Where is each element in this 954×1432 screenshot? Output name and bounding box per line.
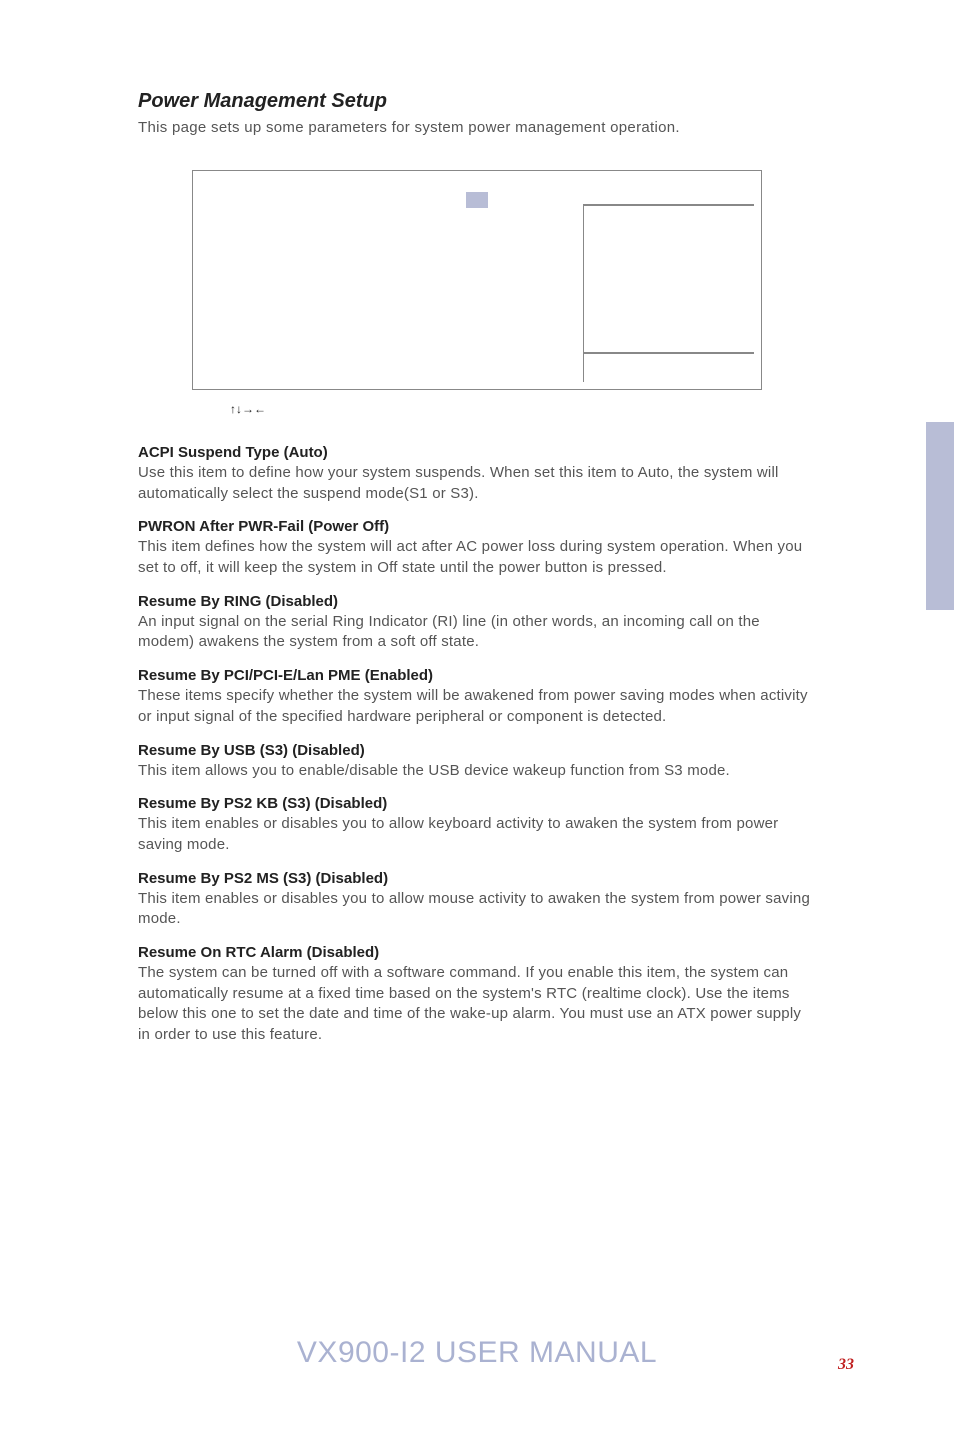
section-body: An input signal on the serial Ring Indic… xyxy=(138,612,816,653)
section-heading: Resume By RING (Disabled) xyxy=(138,593,816,610)
section-heading: Resume By PS2 MS (S3) (Disabled) xyxy=(138,870,816,887)
footer-manual-title: VX900-I2 USER MANUAL xyxy=(0,1336,954,1370)
section-heading: Resume By PS2 KB (S3) (Disabled) xyxy=(138,795,816,812)
arrow-caption: ↑↓→← xyxy=(230,402,816,416)
section-body: This item enables or disables you to all… xyxy=(138,814,816,855)
section: PWRON After PWR-Fail (Power Off) This it… xyxy=(138,518,816,578)
bios-divider xyxy=(583,204,585,382)
side-tab-decoration xyxy=(926,422,954,610)
bios-help-line-bottom xyxy=(584,352,754,354)
section-heading: Resume On RTC Alarm (Disabled) xyxy=(138,944,816,961)
bios-screenshot-inner xyxy=(200,178,754,382)
section-body: This item defines how the system will ac… xyxy=(138,537,816,578)
bios-help-line-top xyxy=(584,204,754,206)
section-body: This item allows you to enable/disable t… xyxy=(138,761,816,782)
bios-screenshot-frame xyxy=(192,170,762,390)
section: Resume By USB (S3) (Disabled) This item … xyxy=(138,742,816,782)
section-heading: ACPI Suspend Type (Auto) xyxy=(138,444,816,461)
bios-decoration-square xyxy=(466,192,488,208)
section: ACPI Suspend Type (Auto) Use this item t… xyxy=(138,444,816,504)
section: Resume By PS2 KB (S3) (Disabled) This it… xyxy=(138,795,816,855)
section: Resume On RTC Alarm (Disabled) The syste… xyxy=(138,944,816,1046)
section-heading: Resume By PCI/PCI-E/Lan PME (Enabled) xyxy=(138,667,816,684)
section: Resume By PS2 MS (S3) (Disabled) This it… xyxy=(138,870,816,930)
page-number: 33 xyxy=(838,1356,854,1374)
page-title: Power Management Setup xyxy=(138,90,816,113)
section-body: This item enables or disables you to all… xyxy=(138,889,816,930)
section-heading: Resume By USB (S3) (Disabled) xyxy=(138,742,816,759)
section: Resume By PCI/PCI-E/Lan PME (Enabled) Th… xyxy=(138,667,816,727)
page-content: Power Management Setup This page sets up… xyxy=(0,0,954,1046)
intro-text: This page sets up some parameters for sy… xyxy=(138,119,816,136)
section-body: Use this item to define how your system … xyxy=(138,463,816,504)
section-body: These items specify whether the system w… xyxy=(138,686,816,727)
section-heading: PWRON After PWR-Fail (Power Off) xyxy=(138,518,816,535)
section: Resume By RING (Disabled) An input signa… xyxy=(138,593,816,653)
section-body: The system can be turned off with a soft… xyxy=(138,963,816,1046)
